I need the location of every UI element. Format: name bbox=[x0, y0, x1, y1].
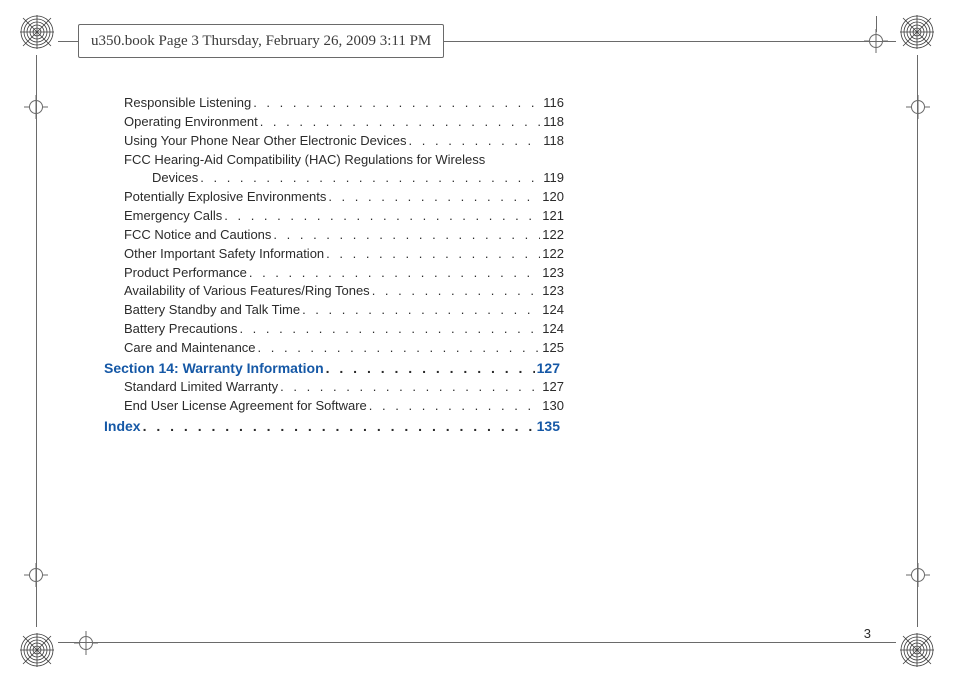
toc-item: Battery Standby and Talk Time 124 bbox=[124, 301, 564, 320]
dot-leaders bbox=[280, 378, 540, 397]
rule-center-top bbox=[876, 16, 877, 32]
toc-section-title: Index bbox=[104, 416, 141, 436]
toc-item-title: FCC Notice and Cautions bbox=[124, 226, 271, 245]
toc-item-title: Battery Standby and Talk Time bbox=[124, 301, 300, 320]
toc-item: End User License Agreement for Software 1… bbox=[124, 397, 564, 416]
dot-leaders bbox=[273, 226, 540, 245]
toc-item: Care and Maintenance 125 bbox=[124, 339, 564, 358]
toc-item-page: 122 bbox=[542, 245, 564, 264]
header-text: u350.book Page 3 Thursday, February 26, … bbox=[91, 33, 431, 50]
toc-item-page: 118 bbox=[543, 132, 564, 151]
toc-item-page: 119 bbox=[543, 169, 564, 188]
dot-leaders bbox=[200, 169, 541, 188]
toc-item-page: 120 bbox=[542, 188, 564, 207]
toc-item-title: End User License Agreement for Software bbox=[124, 397, 367, 416]
toc-section-title: Section 14: Warranty Information bbox=[104, 358, 324, 378]
toc-item-title: Potentially Explosive Environments bbox=[124, 188, 326, 207]
toc-item: Emergency Calls 121 bbox=[124, 207, 564, 226]
toc-section: Index 135 bbox=[104, 416, 560, 436]
rule-left bbox=[36, 55, 37, 627]
dot-leaders bbox=[369, 397, 541, 416]
toc-item-title: Emergency Calls bbox=[124, 207, 222, 226]
toc-item-title: Standard Limited Warranty bbox=[124, 378, 278, 397]
toc-item-page: 123 bbox=[542, 282, 564, 301]
dot-leaders bbox=[143, 416, 535, 436]
toc-section-page: 127 bbox=[537, 358, 560, 378]
toc-item-page: 121 bbox=[542, 207, 564, 226]
toc-item: Using Your Phone Near Other Electronic D… bbox=[124, 132, 564, 151]
dot-leaders bbox=[326, 358, 535, 378]
toc-item: Availability of Various Features/Ring To… bbox=[124, 282, 564, 301]
dot-leaders bbox=[249, 264, 540, 283]
toc-item: Responsible Listening 116 bbox=[124, 94, 564, 113]
toc-item: FCC Hearing-Aid Compatibility (HAC) Regu… bbox=[124, 151, 564, 170]
toc-item-title: Battery Precautions bbox=[124, 320, 237, 339]
toc-item-title: Operating Environment bbox=[124, 113, 258, 132]
toc-item: FCC Notice and Cautions 122 bbox=[124, 226, 564, 245]
toc-item-page: 116 bbox=[543, 94, 564, 113]
toc-item: Standard Limited Warranty 127 bbox=[124, 378, 564, 397]
toc-section: Section 14: Warranty Information 127 bbox=[104, 358, 560, 378]
dot-leaders bbox=[260, 113, 542, 132]
toc-item-page: 118 bbox=[543, 113, 564, 132]
dot-leaders bbox=[328, 188, 540, 207]
dot-leaders bbox=[224, 207, 540, 226]
toc-item-page: 124 bbox=[542, 301, 564, 320]
registration-mark-tr bbox=[900, 15, 934, 49]
toc-item-page: 130 bbox=[542, 397, 564, 416]
crosshair-bottom bbox=[74, 631, 98, 655]
toc-item-page: 124 bbox=[542, 320, 564, 339]
toc-item: Potentially Explosive Environments 120 bbox=[124, 188, 564, 207]
crosshair-right-b bbox=[906, 563, 930, 587]
toc-item-page: 127 bbox=[542, 378, 564, 397]
registration-mark-br bbox=[900, 633, 934, 667]
dot-leaders bbox=[326, 245, 540, 264]
toc-item-title: Product Performance bbox=[124, 264, 247, 283]
toc-item: Other Important Safety Information 122 bbox=[124, 245, 564, 264]
toc-item: Battery Precautions 124 bbox=[124, 320, 564, 339]
rule-right bbox=[917, 55, 918, 627]
dot-leaders bbox=[258, 339, 541, 358]
dot-leaders bbox=[302, 301, 540, 320]
toc-item-page: 123 bbox=[542, 264, 564, 283]
toc-item: Product Performance 123 bbox=[124, 264, 564, 283]
registration-mark-bl bbox=[20, 633, 54, 667]
toc-item-title: FCC Hearing-Aid Compatibility (HAC) Regu… bbox=[124, 151, 485, 170]
dot-leaders bbox=[409, 132, 542, 151]
dot-leaders bbox=[239, 320, 540, 339]
toc-item-title: Using Your Phone Near Other Electronic D… bbox=[124, 132, 407, 151]
toc-item: Operating Environment 118 bbox=[124, 113, 564, 132]
toc-item-page: 125 bbox=[542, 339, 564, 358]
dot-leaders bbox=[372, 282, 541, 301]
toc-item-title: Devices bbox=[152, 169, 198, 188]
toc-item-page: 122 bbox=[542, 226, 564, 245]
page-folio: 3 bbox=[864, 626, 871, 641]
table-of-contents: Responsible Listening116Operating Enviro… bbox=[124, 94, 564, 436]
rule-bottom bbox=[58, 642, 896, 643]
toc-item-title: Responsible Listening bbox=[124, 94, 251, 113]
toc-item-title: Availability of Various Features/Ring To… bbox=[124, 282, 370, 301]
header-box: u350.book Page 3 Thursday, February 26, … bbox=[78, 24, 444, 58]
crosshair-right-a bbox=[906, 95, 930, 119]
toc-item-title: Care and Maintenance bbox=[124, 339, 256, 358]
dot-leaders bbox=[253, 94, 541, 113]
toc-item-continuation: Devices 119 bbox=[124, 169, 564, 188]
toc-item-title: Other Important Safety Information bbox=[124, 245, 324, 264]
registration-mark-tl bbox=[20, 15, 54, 49]
toc-section-page: 135 bbox=[537, 416, 560, 436]
